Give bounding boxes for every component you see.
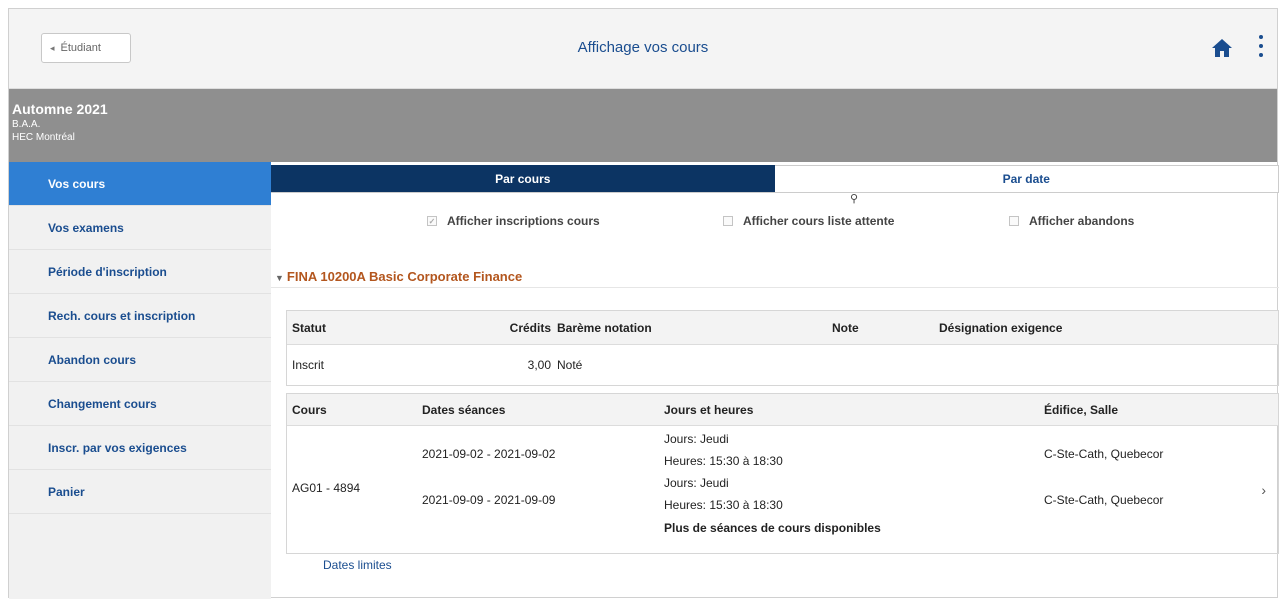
zoom-cursor-icon: ⚲ <box>850 193 859 205</box>
main-content: Par cours Par date ⚲ ✓ Afficher inscript… <box>271 162 1279 599</box>
class-section: AG01 - 4894 <box>292 481 361 495</box>
column-header-jours-heures: Jours et heures <box>664 402 754 417</box>
filter-abandons-checkbox[interactable]: Afficher abandons <box>1009 214 1134 228</box>
column-header-note: Note <box>832 320 859 335</box>
filter-inscriptions-checkbox[interactable]: ✓ Afficher inscriptions cours <box>427 214 600 228</box>
course-summary-table: Statut Crédits Barème notation Note Dési… <box>286 310 1279 386</box>
divider <box>271 287 1279 288</box>
cell-bareme: Noté <box>557 358 583 372</box>
header-bar: ◂ Étudiant Affichage vos cours <box>9 9 1277 89</box>
sidebar-item-recherche-cours[interactable]: Rech. cours et inscription <box>9 294 271 338</box>
meeting-hours: Heures: 15:30 à 18:30 <box>664 454 783 468</box>
tab-par-cours[interactable]: Par cours <box>271 165 775 192</box>
course-heading[interactable]: ▼ FINA 10200A Basic Corporate Finance <box>275 269 522 284</box>
sidebar-nav: Vos cours Vos examens Période d'inscript… <box>9 162 271 599</box>
checkbox-unchecked-icon <box>1009 216 1019 226</box>
more-menu-icon[interactable] <box>1257 35 1265 59</box>
program-name: B.A.A. <box>12 119 41 130</box>
filter-waitlist-label: Afficher cours liste attente <box>743 214 895 228</box>
filter-abandons-label: Afficher abandons <box>1029 214 1135 228</box>
column-header-credits: Crédits <box>509 320 551 335</box>
chevron-right-icon[interactable]: › <box>1261 482 1266 498</box>
more-sessions-note: Plus de séances de cours disponibles <box>664 521 881 535</box>
meeting-dates: 2021-09-09 - 2021-09-09 <box>422 493 556 507</box>
page-title: Affichage vos cours <box>577 39 709 56</box>
meeting-room: C-Ste-Cath, Quebecor <box>1044 493 1164 507</box>
course-title: FINA 10200A Basic Corporate Finance <box>286 269 523 284</box>
column-header-cours: Cours <box>292 402 327 417</box>
column-header-dates: Dates séances <box>422 402 506 417</box>
checkbox-unchecked-icon <box>723 216 733 226</box>
sidebar-item-inscription-exigences[interactable]: Inscr. par vos exigences <box>9 426 271 470</box>
sidebar-item-abandon-cours[interactable]: Abandon cours <box>9 338 271 382</box>
dates-limites-link[interactable]: Dates limites <box>323 558 392 572</box>
column-header-designation: Désignation exigence <box>939 320 1063 335</box>
filter-inscriptions-label: Afficher inscriptions cours <box>447 214 600 228</box>
table-header-row: Cours Dates séances Jours et heures Édif… <box>287 394 1278 426</box>
term-name: Automne 2021 <box>12 101 108 117</box>
meeting-hours: Heures: 15:30 à 18:30 <box>664 498 783 512</box>
filter-waitlist-checkbox[interactable]: Afficher cours liste attente <box>723 214 894 228</box>
meeting-days: Jours: Jeudi <box>664 432 729 446</box>
home-icon[interactable] <box>1211 37 1233 59</box>
collapse-triangle-icon: ▼ <box>275 273 284 283</box>
sidebar-item-periode-inscription[interactable]: Période d'inscription <box>9 250 271 294</box>
tab-par-date[interactable]: Par date <box>774 165 1279 192</box>
view-tabs: Par cours Par date <box>271 165 1279 193</box>
column-header-bareme: Barème notation <box>557 320 652 335</box>
app-frame: ◂ Étudiant Affichage vos cours Automne 2… <box>8 8 1279 599</box>
column-header-statut: Statut <box>292 320 326 335</box>
meeting-days: Jours: Jeudi <box>664 476 729 490</box>
institution-name: HEC Montréal <box>12 132 75 143</box>
table-header-row: Statut Crédits Barème notation Note Dési… <box>287 311 1278 345</box>
meeting-room: C-Ste-Cath, Quebecor <box>1044 447 1164 461</box>
cell-credits: 3,00 <box>527 358 551 372</box>
filter-checkboxes: ✓ Afficher inscriptions cours Afficher c… <box>271 214 1279 232</box>
sidebar-item-changement-cours[interactable]: Changement cours <box>9 382 271 426</box>
sidebar-item-vos-cours[interactable]: Vos cours <box>9 162 271 206</box>
term-banner: Automne 2021 B.A.A. HEC Montréal <box>9 89 1277 162</box>
meeting-dates: 2021-09-02 - 2021-09-02 <box>422 447 556 461</box>
column-header-edifice-salle: Édifice, Salle <box>1044 402 1119 417</box>
table-row: Inscrit 3,00 Noté <box>287 345 1278 385</box>
course-sections-table[interactable]: Cours Dates séances Jours et heures Édif… <box>286 393 1279 554</box>
sidebar-item-panier[interactable]: Panier <box>9 470 271 514</box>
cell-statut: Inscrit <box>292 358 325 372</box>
checkbox-checked-icon: ✓ <box>427 216 437 226</box>
sidebar-item-vos-examens[interactable]: Vos examens <box>9 206 271 250</box>
